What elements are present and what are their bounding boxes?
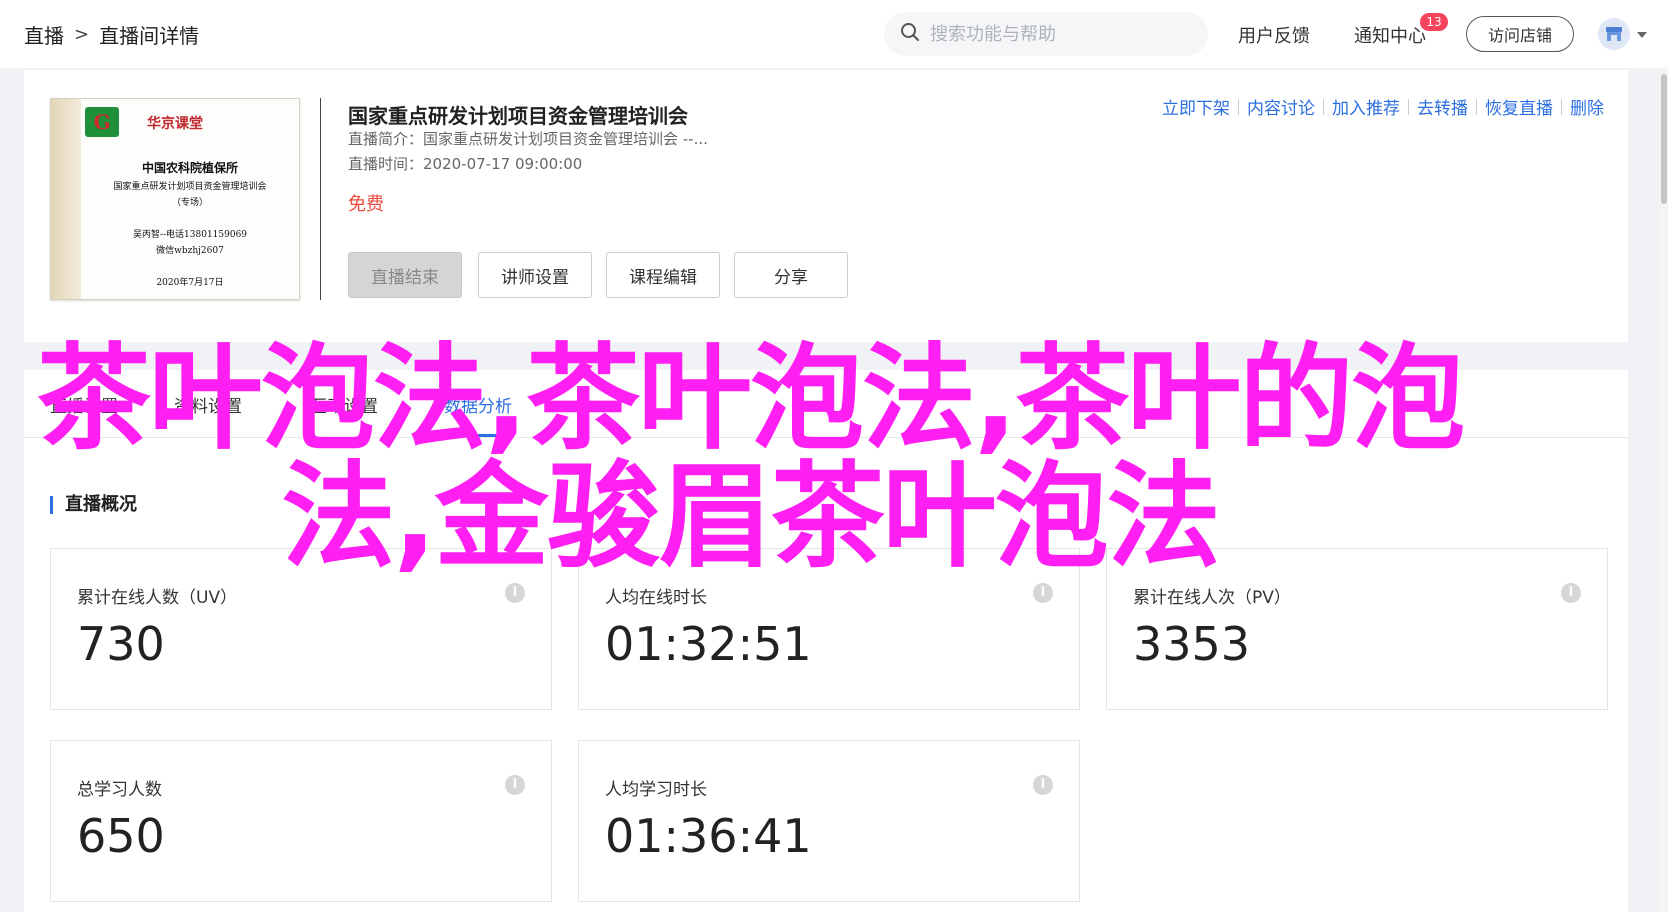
divider	[320, 98, 321, 300]
stat-value: 650	[77, 809, 165, 863]
course-intro: 直播简介：国家重点研发计划项目资金管理培训会 --...	[348, 130, 708, 148]
stat-card: 总学习人数 650 i	[50, 740, 552, 902]
tab-live-settings[interactable]: 直播设置	[50, 392, 118, 417]
info-icon[interactable]: i	[505, 775, 525, 795]
stat-label: 累计在线人数（UV）	[77, 588, 238, 608]
stat-label: 人均在线时长	[605, 588, 707, 608]
end-live-button[interactable]: 直播结束	[348, 252, 462, 298]
tab-material-settings[interactable]: 资料设置	[174, 392, 242, 417]
active-tab-indicator	[444, 434, 510, 437]
course-price: 免费	[348, 194, 384, 215]
notification-center-link[interactable]: 通知中心	[1354, 22, 1426, 48]
cover-line4: 微信wbzhj2607	[156, 246, 224, 256]
cover-line1: 国家重点研发计划项目资金管理培训会	[113, 182, 267, 192]
stat-label: 总学习人数	[77, 780, 162, 800]
stat-value: 01:32:51	[605, 617, 812, 671]
tab-bar: 直播设置 资料设置 互动设置 数据分析	[24, 370, 1628, 438]
share-button[interactable]: 分享	[734, 252, 848, 298]
chevron-down-icon[interactable]	[1636, 24, 1648, 48]
stat-value: 01:36:41	[605, 809, 812, 863]
search-box[interactable]	[884, 12, 1208, 56]
cover-org: 中国农科院植保所	[141, 161, 238, 175]
scrollbar-thumb[interactable]	[1661, 74, 1667, 204]
visit-store-button[interactable]: 访问店铺	[1466, 16, 1574, 52]
main-content-card: 直播设置 资料设置 互动设置 数据分析 直播概况 累计在线人数（UV） 730 …	[24, 370, 1628, 912]
action-restore-live[interactable]: 恢复直播	[1477, 94, 1561, 119]
cover-date: 2020年7月17日	[156, 278, 224, 288]
breadcrumb: 直播 > 直播间详情	[24, 20, 199, 49]
section-title: 直播概况	[50, 496, 137, 514]
breadcrumb-current: 直播间详情	[99, 24, 200, 48]
tab-interaction-settings[interactable]: 互动设置	[310, 392, 378, 417]
info-icon[interactable]: i	[505, 583, 525, 603]
edit-course-button[interactable]: 课程编辑	[606, 252, 720, 298]
store-icon[interactable]	[1598, 18, 1630, 50]
info-icon[interactable]: i	[1033, 583, 1053, 603]
action-rebroadcast[interactable]: 去转播	[1409, 94, 1476, 119]
cover-brand: 华京课堂	[147, 116, 203, 132]
course-actions: 立即下架 内容讨论 加入推荐 去转播 恢复直播 删除	[1154, 94, 1612, 119]
breadcrumb-separator: >	[74, 24, 90, 45]
stat-label: 累计在线人次（PV）	[1133, 588, 1291, 608]
stat-card: 累计在线人次（PV） 3353 i	[1106, 548, 1608, 710]
feedback-link[interactable]: 用户反馈	[1238, 22, 1310, 48]
course-info-card: G 华京课堂 中国农科院植保所 国家重点研发计划项目资金管理培训会 （专场） 吴…	[24, 70, 1628, 342]
info-icon[interactable]: i	[1561, 583, 1581, 603]
stat-card: 人均学习时长 01:36:41 i	[578, 740, 1080, 902]
action-discussion[interactable]: 内容讨论	[1239, 94, 1323, 119]
action-recommend[interactable]: 加入推荐	[1324, 94, 1408, 119]
stat-value: 3353	[1133, 617, 1251, 671]
stat-card: 累计在线人数（UV） 730 i	[50, 548, 552, 710]
breadcrumb-root[interactable]: 直播	[24, 20, 64, 49]
action-delete[interactable]: 删除	[1562, 94, 1612, 119]
tab-data-analysis[interactable]: 数据分析	[444, 392, 512, 417]
notification-count-badge: 13	[1420, 13, 1448, 31]
stat-card: 人均在线时长 01:32:51 i	[578, 548, 1080, 710]
action-unpublish[interactable]: 立即下架	[1154, 94, 1238, 119]
course-title: 国家重点研发计划项目资金管理培训会	[348, 104, 688, 128]
search-input[interactable]	[930, 23, 1180, 45]
cover-line2: （专场）	[171, 198, 208, 208]
stat-label: 人均学习时长	[605, 780, 707, 800]
lecturer-settings-button[interactable]: 讲师设置	[478, 252, 592, 298]
top-bar: 直播 > 直播间详情 用户反馈 通知中心 13 访问店铺	[0, 0, 1668, 68]
cover-line3: 吴丙智--电话13801159069	[132, 230, 248, 240]
stat-value: 730	[77, 617, 165, 671]
info-icon[interactable]: i	[1033, 775, 1053, 795]
course-time: 直播时间：2020-07-17 09:00:00	[348, 155, 583, 173]
search-icon	[900, 22, 920, 46]
course-cover-image: G 华京课堂 中国农科院植保所 国家重点研发计划项目资金管理培训会 （专场） 吴…	[50, 98, 300, 300]
